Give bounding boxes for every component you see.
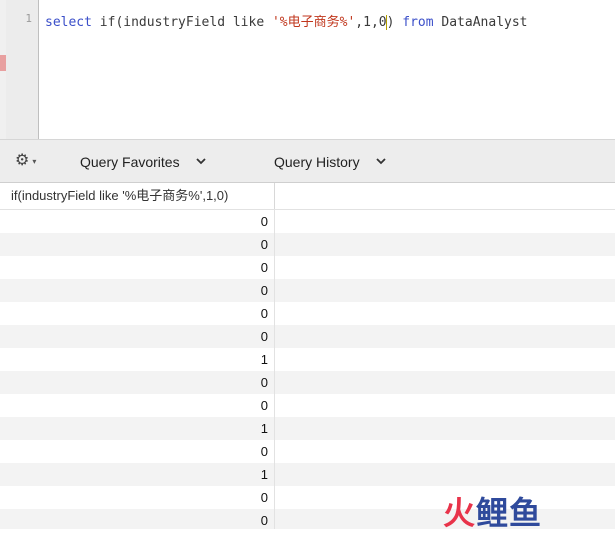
gear-icon: ⚙: [15, 152, 30, 169]
table-cell[interactable]: 0: [0, 394, 275, 417]
table-cell[interactable]: 1: [0, 463, 275, 486]
watermark-part1: 火: [443, 494, 477, 532]
table-cell[interactable]: 0: [0, 371, 275, 394]
query-favorites-label: Query Favorites: [80, 154, 180, 170]
result-rows: 00000010010100: [0, 210, 615, 529]
table-cell[interactable]: 0: [0, 509, 275, 529]
table-cell[interactable]: 0: [0, 325, 275, 348]
table-row[interactable]: 1: [0, 417, 615, 440]
table-row[interactable]: 0: [0, 394, 615, 417]
table-row[interactable]: 0: [0, 302, 615, 325]
line-number-gutter: 1: [6, 0, 39, 139]
watermark-logo: 火鲤鱼: [443, 488, 542, 534]
table-cell[interactable]: 1: [0, 417, 275, 440]
line-number: 1: [25, 12, 32, 25]
query-editor[interactable]: 1 select if(industryField like '%电子商务%',…: [0, 0, 615, 140]
query-toolbar: ⚙ ▾ Query Favorites Query History: [0, 140, 615, 183]
chevron-down-icon: [375, 157, 386, 168]
query-favorites-dropdown[interactable]: Query Favorites: [80, 154, 206, 170]
table-row[interactable]: 0: [0, 371, 615, 394]
sql-string-literal: '%电子商务%': [271, 15, 356, 30]
sql-table-name: DataAnalyst: [433, 15, 528, 30]
table-row[interactable]: 1: [0, 348, 615, 371]
table-cell[interactable]: 0: [0, 210, 275, 233]
sql-code-line[interactable]: select if(industryField like '%电子商务%',1,…: [45, 11, 528, 30]
table-row[interactable]: 0: [0, 256, 615, 279]
query-history-dropdown[interactable]: Query History: [274, 154, 386, 170]
sql-expression: if(industryField like: [91, 15, 272, 30]
table-row[interactable]: 0: [0, 325, 615, 348]
sql-args: ,1,0: [355, 15, 387, 30]
column-header-row: if(industryField like '%电子商务%',1,0): [0, 183, 615, 210]
table-cell[interactable]: 0: [0, 233, 275, 256]
results-table[interactable]: if(industryField like '%电子商务%',1,0) 0000…: [0, 183, 615, 529]
watermark-part2: 鲤鱼: [476, 494, 543, 532]
sql-keyword-select: select: [45, 15, 92, 30]
chevron-down-icon: [195, 157, 206, 168]
table-row[interactable]: 0: [0, 210, 615, 233]
sql-keyword-from: from: [402, 15, 434, 30]
table-cell[interactable]: 0: [0, 440, 275, 463]
query-history-label: Query History: [274, 154, 360, 170]
caret-down-icon: ▾: [32, 156, 37, 166]
column-header[interactable]: if(industryField like '%电子商务%',1,0): [0, 183, 275, 209]
table-cell[interactable]: 0: [0, 279, 275, 302]
gear-menu-button[interactable]: ⚙ ▾: [15, 151, 36, 171]
table-cell[interactable]: 0: [0, 302, 275, 325]
table-row[interactable]: 1: [0, 463, 615, 486]
table-row[interactable]: 0: [0, 279, 615, 302]
sql-close-paren: ): [386, 15, 403, 30]
table-cell[interactable]: 0: [0, 486, 275, 509]
table-cell[interactable]: 0: [0, 256, 275, 279]
table-cell[interactable]: 1: [0, 348, 275, 371]
table-row[interactable]: 0: [0, 440, 615, 463]
table-row[interactable]: 0: [0, 233, 615, 256]
